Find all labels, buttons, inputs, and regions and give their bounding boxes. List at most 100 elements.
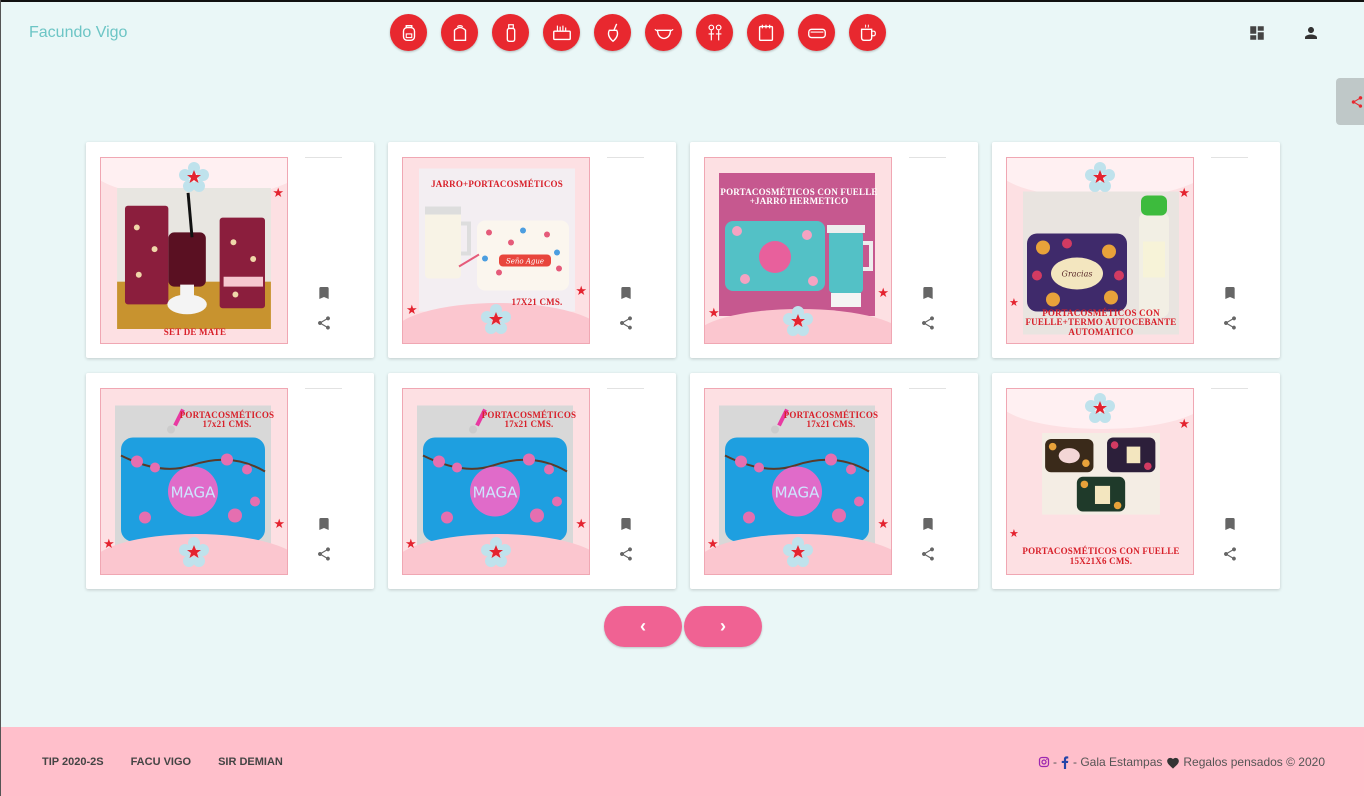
dashboard-icon[interactable] xyxy=(1248,24,1266,42)
star-decoration: ★ xyxy=(1178,185,1190,200)
category-backpack-button[interactable] xyxy=(390,14,427,51)
product-title: SET DE MATE xyxy=(163,326,227,337)
star-decoration: ★ xyxy=(272,185,284,200)
product-card[interactable]: MAGA PORTACOSMÉTICOS 17x21 CMS. ★ ★ xyxy=(86,373,374,589)
category-toiletry-bag-button[interactable] xyxy=(798,14,835,51)
star-decoration: ★ xyxy=(1009,297,1019,309)
svg-text:Seño Ague: Seño Ague xyxy=(506,258,544,266)
facebook-icon[interactable] xyxy=(1060,755,1070,769)
page-footer: TIP 2020-2S FACU VIGO SIR DEMIAN - - Gal… xyxy=(1,727,1364,796)
product-card[interactable]: MAGA PORTACOSMÉTICOS 17x21 CMS. ★ ★ xyxy=(690,373,978,589)
previous-page-button[interactable]: ‹ xyxy=(604,606,682,647)
bookmark-icon[interactable] xyxy=(920,516,936,532)
flower-logo-icon xyxy=(783,537,813,567)
category-thermos-button[interactable] xyxy=(492,14,529,51)
user-account-icon[interactable] xyxy=(1302,24,1320,42)
footer-credits: - - Gala Estampas Regalos pensados © 202… xyxy=(1038,755,1325,769)
category-face-mask-button[interactable] xyxy=(645,14,682,51)
category-mug-button[interactable] xyxy=(849,14,886,51)
share-icon[interactable] xyxy=(618,315,634,331)
product-title: PORTACOSMÉTICOS 17x21 CMS. xyxy=(481,410,577,430)
product-image[interactable]: MAGA PORTACOSMÉTICOS 17x21 CMS. ★ ★ xyxy=(402,388,590,575)
notebook-icon xyxy=(758,24,773,41)
share-icon[interactable] xyxy=(1222,546,1238,562)
share-icon[interactable] xyxy=(920,546,936,562)
bookmark-icon[interactable] xyxy=(618,516,634,532)
share-icon[interactable] xyxy=(618,546,634,562)
face-mask-icon xyxy=(654,28,673,39)
star-decoration: ★ xyxy=(1009,528,1019,540)
pagination: ‹ › xyxy=(604,606,764,647)
star-decoration: ★ xyxy=(273,516,285,531)
bookmark-icon[interactable] xyxy=(1222,516,1238,532)
star-decoration: ★ xyxy=(1178,416,1190,431)
footer-separator: - xyxy=(1053,755,1058,769)
pencil-case-icon xyxy=(552,25,571,40)
brand-link[interactable]: Facundo Vigo xyxy=(29,24,127,42)
category-kids-button[interactable] xyxy=(696,14,733,51)
bookmark-icon[interactable] xyxy=(316,285,332,301)
product-image[interactable]: PORTACOSMÉTICOS CON FUELLE +JARRO HERMET… xyxy=(704,157,892,344)
category-school-bag-button[interactable] xyxy=(441,14,478,51)
toiletry-bag-icon xyxy=(807,28,826,38)
footer-brand-text: - Gala Estampas xyxy=(1073,755,1163,769)
flower-logo-icon xyxy=(481,304,511,334)
product-image[interactable]: Gracias ★ ★ PORTACOSMÉTICOS CON FUELLE+T… xyxy=(1006,157,1194,344)
share-icon[interactable] xyxy=(1222,315,1238,331)
flower-logo-icon xyxy=(179,162,209,192)
svg-text:MAGA: MAGA xyxy=(473,484,519,502)
star-decoration: ★ xyxy=(406,302,418,317)
product-card[interactable]: Gracias ★ ★ PORTACOSMÉTICOS CON FUELLE+T… xyxy=(992,142,1280,358)
product-title: PORTACOSMÉTICOS 17x21 CMS. xyxy=(179,410,275,430)
bookmark-icon[interactable] xyxy=(1222,285,1238,301)
product-card[interactable]: ★ ★ PORTACOSMÉTICOS CON FUELLE 15X21X6 C… xyxy=(992,373,1280,589)
product-image[interactable]: MAGA PORTACOSMÉTICOS 17x21 CMS. ★ ★ xyxy=(100,388,288,575)
category-mate-button[interactable] xyxy=(594,14,631,51)
share-icon[interactable] xyxy=(316,546,332,562)
footer-copyright: Regalos pensados © 2020 xyxy=(1183,755,1325,769)
star-decoration: ★ xyxy=(575,516,587,531)
product-image[interactable]: ★ ★ PORTACOSMÉTICOS CON FUELLE 15X21X6 C… xyxy=(1006,388,1194,575)
product-card[interactable]: PORTACOSMÉTICOS CON FUELLE +JARRO HERMET… xyxy=(690,142,978,358)
product-title: PORTACOSMÉTICOS CON FUELLE +JARRO HERMET… xyxy=(720,187,878,207)
footer-link-facu-vigo[interactable]: FACU VIGO xyxy=(131,756,192,768)
star-decoration: ★ xyxy=(877,285,889,300)
flower-logo-icon xyxy=(1085,162,1115,192)
app-header: Facundo Vigo xyxy=(1,0,1364,70)
star-decoration: ★ xyxy=(707,536,719,551)
category-pencil-case-button[interactable] xyxy=(543,14,580,51)
svg-text:MAGA: MAGA xyxy=(775,484,821,502)
star-decoration: ★ xyxy=(103,536,115,551)
product-image[interactable]: MAGA PORTACOSMÉTICOS 17x21 CMS. ★ ★ xyxy=(704,388,892,575)
product-image[interactable]: ★ SET DE MATE xyxy=(100,157,288,344)
svg-text:MAGA: MAGA xyxy=(171,484,217,502)
share-icon[interactable] xyxy=(316,315,332,331)
heart-icon xyxy=(1167,757,1180,769)
instagram-icon[interactable] xyxy=(1038,756,1050,768)
footer-link-sir-demian[interactable]: SIR DEMIAN xyxy=(218,756,283,768)
thermos-icon xyxy=(506,23,515,42)
fuelle-set-photo xyxy=(1042,433,1160,515)
product-title: PORTACOSMÉTICOS 17x21 CMS. xyxy=(783,410,879,430)
product-card[interactable]: ★ SET DE MATE xyxy=(86,142,374,358)
next-page-button[interactable]: › xyxy=(684,606,762,647)
category-notebook-button[interactable] xyxy=(747,14,784,51)
bookmark-icon[interactable] xyxy=(920,285,936,301)
flower-logo-icon xyxy=(179,537,209,567)
product-card[interactable]: Seño Ague JARRO+PORTACOSMÉTICOS 17X21 CM… xyxy=(388,142,676,358)
star-decoration: ★ xyxy=(708,305,720,320)
mate-icon xyxy=(607,23,618,42)
product-image[interactable]: Seño Ague JARRO+PORTACOSMÉTICOS 17X21 CM… xyxy=(402,157,590,344)
footer-link-tip[interactable]: TIP 2020-2S xyxy=(42,756,104,768)
floating-share-button[interactable] xyxy=(1336,78,1364,125)
share-icon[interactable] xyxy=(920,315,936,331)
share-icon xyxy=(1351,95,1363,108)
flower-logo-icon xyxy=(1085,393,1115,423)
footer-links: TIP 2020-2S FACU VIGO SIR DEMIAN xyxy=(42,756,310,768)
bookmark-icon[interactable] xyxy=(618,285,634,301)
bookmark-icon[interactable] xyxy=(316,516,332,532)
kids-icon xyxy=(707,24,722,40)
category-bar xyxy=(390,14,900,51)
star-decoration: ★ xyxy=(575,283,587,298)
product-card[interactable]: MAGA PORTACOSMÉTICOS 17x21 CMS. ★ ★ xyxy=(388,373,676,589)
